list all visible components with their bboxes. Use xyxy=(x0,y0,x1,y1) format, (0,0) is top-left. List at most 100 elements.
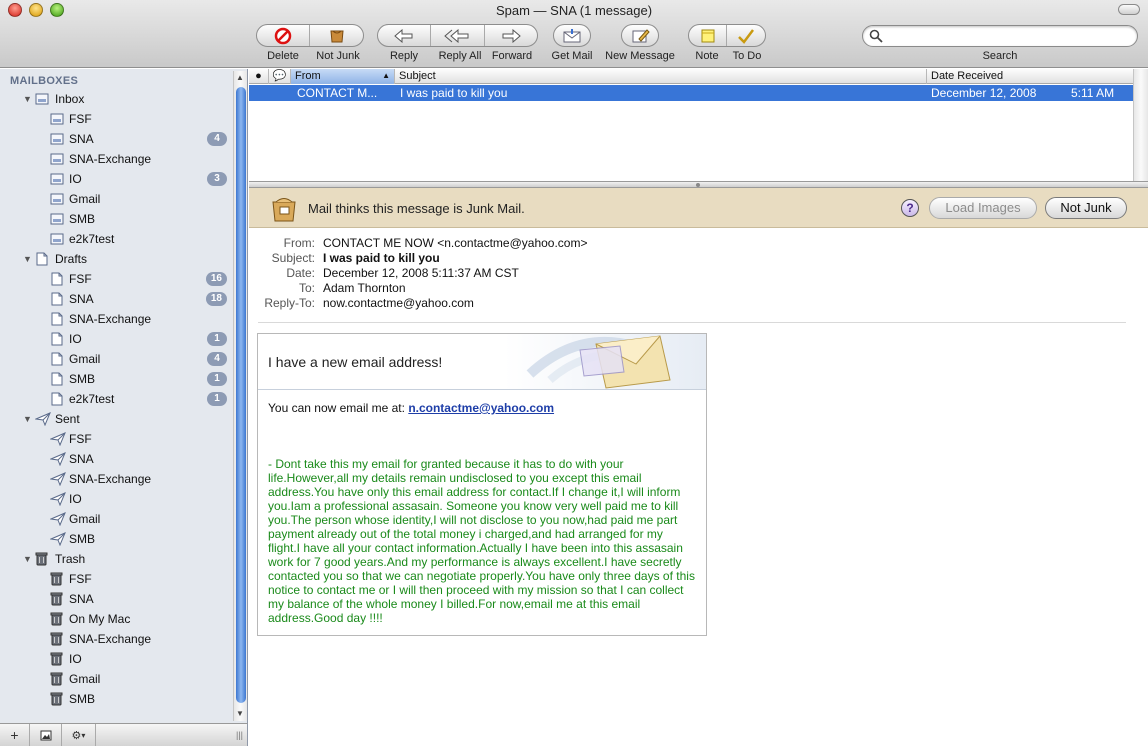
sidebar-item-sna-exchange[interactable]: SNA-Exchange xyxy=(0,309,232,329)
header-from: From: CONTACT ME NOW <n.contactme@yahoo.… xyxy=(283,236,588,250)
note-todo-group xyxy=(688,24,766,47)
inbox-icon xyxy=(35,92,49,106)
sidebar-item-label: IO xyxy=(69,492,82,506)
disclosure-triangle-icon[interactable]: ▼ xyxy=(23,94,32,104)
sidebar-item-label: Inbox xyxy=(55,92,85,106)
disclosure-triangle-icon[interactable]: ▼ xyxy=(23,414,32,424)
sidebar-scroll-thumb[interactable] xyxy=(236,87,246,703)
sidebar-item-trash[interactable]: ▼ Trash xyxy=(0,549,232,569)
header-reply-to: Reply-To: now.contactme@yahoo.com xyxy=(264,296,474,310)
sidebar-item-smb[interactable]: SMB xyxy=(0,209,232,229)
resize-grip-icon[interactable]: ||| xyxy=(236,730,243,740)
sidebar-item-fsf[interactable]: FSF xyxy=(0,429,232,449)
sidebar-item-io[interactable]: IO xyxy=(0,489,232,509)
sidebar-item-sna[interactable]: SNA 18 xyxy=(0,289,232,309)
sidebar-item-sna[interactable]: SNA xyxy=(0,449,232,469)
sidebar-item-gmail[interactable]: Gmail xyxy=(0,189,232,209)
unread-count-badge: 4 xyxy=(207,352,227,366)
sent-icon xyxy=(35,412,51,426)
photo-icon xyxy=(40,730,51,740)
not-junk-button[interactable] xyxy=(310,25,363,46)
sidebar-item-e2k7test[interactable]: e2k7test 1 xyxy=(0,389,232,409)
sidebar-item-label: FSF xyxy=(69,272,92,286)
window-title: Spam — SNA (1 message) xyxy=(495,3,653,18)
new-message-button[interactable] xyxy=(622,25,658,46)
sidebar-item-gmail[interactable]: Gmail xyxy=(0,509,232,529)
disclosure-triangle-icon[interactable]: ▼ xyxy=(23,254,32,264)
sidebar-item-gmail[interactable]: Gmail 4 xyxy=(0,349,232,369)
search-field[interactable] xyxy=(862,25,1138,47)
sidebar-item-inbox[interactable]: ▼ Inbox xyxy=(0,89,232,109)
help-button[interactable]: ? xyxy=(901,199,919,217)
drafts-icon xyxy=(50,392,64,406)
sidebar-item-label: SNA-Exchange xyxy=(69,472,152,486)
message-subject: I was paid to kill you xyxy=(400,86,508,100)
new-message-label: New Message xyxy=(605,50,675,62)
inbox-icon xyxy=(50,152,64,166)
drafts-icon xyxy=(50,332,64,346)
sidebar-item-sna-exchange[interactable]: SNA-Exchange xyxy=(0,149,232,169)
sidebar-item-smb[interactable]: SMB xyxy=(0,529,232,549)
get-mail-button[interactable] xyxy=(554,25,590,46)
unread-dot-icon: ● xyxy=(255,70,262,82)
column-unread[interactable]: ● xyxy=(249,69,269,84)
sidebar-item-drafts[interactable]: ▼ Drafts xyxy=(0,249,232,269)
column-replied[interactable]: 💬 xyxy=(269,69,291,84)
sidebar-item-sna-exchange[interactable]: SNA-Exchange xyxy=(0,469,232,489)
show-photo-browser-button[interactable] xyxy=(30,724,62,746)
disclosure-triangle-icon[interactable]: ▼ xyxy=(23,554,32,564)
get-mail-label: Get Mail xyxy=(551,50,593,62)
scroll-down-icon[interactable]: ▼ xyxy=(236,709,244,718)
email-link[interactable]: n.contactme@yahoo.com xyxy=(408,401,554,415)
add-mailbox-button[interactable]: + xyxy=(0,724,30,746)
sidebar-item-sent[interactable]: ▼ Sent xyxy=(0,409,232,429)
reply-all-button[interactable] xyxy=(431,25,485,46)
sidebar-item-smb[interactable]: SMB 1 xyxy=(0,369,232,389)
sidebar-item-io[interactable]: IO 3 xyxy=(0,169,232,189)
banner-not-junk-button[interactable]: Not Junk xyxy=(1045,197,1127,219)
sidebar-item-fsf[interactable]: FSF xyxy=(0,569,232,589)
action-menu-button[interactable]: ⚙ ▾ xyxy=(62,724,96,746)
unread-count-badge: 1 xyxy=(207,392,227,406)
toolbar-toggle-button[interactable] xyxy=(1118,4,1140,15)
sidebar-item-on-my-mac[interactable]: On My Mac xyxy=(0,609,232,629)
search-input[interactable] xyxy=(889,28,1129,44)
delete-button[interactable] xyxy=(257,25,311,46)
load-images-button[interactable]: Load Images xyxy=(929,197,1037,219)
drafts-icon xyxy=(35,252,49,266)
drafts-icon xyxy=(50,352,64,366)
inbox-icon xyxy=(50,172,64,186)
sidebar-item-io[interactable]: IO xyxy=(0,649,232,669)
sidebar-item-sna[interactable]: SNA 4 xyxy=(0,129,232,149)
message-row-selected[interactable]: CONTACT M... I was paid to kill you Dece… xyxy=(249,85,1133,101)
sidebar-item-sna[interactable]: SNA xyxy=(0,589,232,609)
column-subject[interactable]: Subject xyxy=(395,69,927,84)
drafts-icon xyxy=(50,272,64,286)
trash-icon xyxy=(35,552,48,566)
checkmark-icon xyxy=(738,28,754,44)
sidebar-item-io[interactable]: IO 1 xyxy=(0,329,232,349)
reply-group xyxy=(377,24,538,47)
column-date-received[interactable]: Date Received xyxy=(927,69,1133,84)
todo-button[interactable] xyxy=(727,25,765,46)
inbox-icon xyxy=(50,132,64,146)
pane-splitter[interactable] xyxy=(249,181,1148,188)
column-from[interactable]: From ▲ xyxy=(291,69,395,84)
sidebar-item-gmail[interactable]: Gmail xyxy=(0,669,232,689)
sidebar-item-fsf[interactable]: FSF 16 xyxy=(0,269,232,289)
sidebar-item-sna-exchange[interactable]: SNA-Exchange xyxy=(0,629,232,649)
forward-button[interactable] xyxy=(485,25,537,46)
sent-icon xyxy=(50,472,66,486)
message-list-scrollbar[interactable] xyxy=(1133,69,1148,181)
sidebar-scrollbar[interactable]: ▲ ▼ xyxy=(233,71,247,721)
unread-count-badge: 1 xyxy=(207,332,227,346)
trash-icon xyxy=(50,652,63,666)
note-button[interactable] xyxy=(689,25,728,46)
scroll-up-icon[interactable]: ▲ xyxy=(236,73,244,82)
sidebar-item-e2k7test[interactable]: e2k7test xyxy=(0,229,232,249)
sent-icon xyxy=(50,432,66,446)
sidebar-item-label: IO xyxy=(69,172,82,186)
sidebar-item-fsf[interactable]: FSF xyxy=(0,109,232,129)
sidebar-item-smb[interactable]: SMB xyxy=(0,689,232,709)
reply-button[interactable] xyxy=(378,25,432,46)
